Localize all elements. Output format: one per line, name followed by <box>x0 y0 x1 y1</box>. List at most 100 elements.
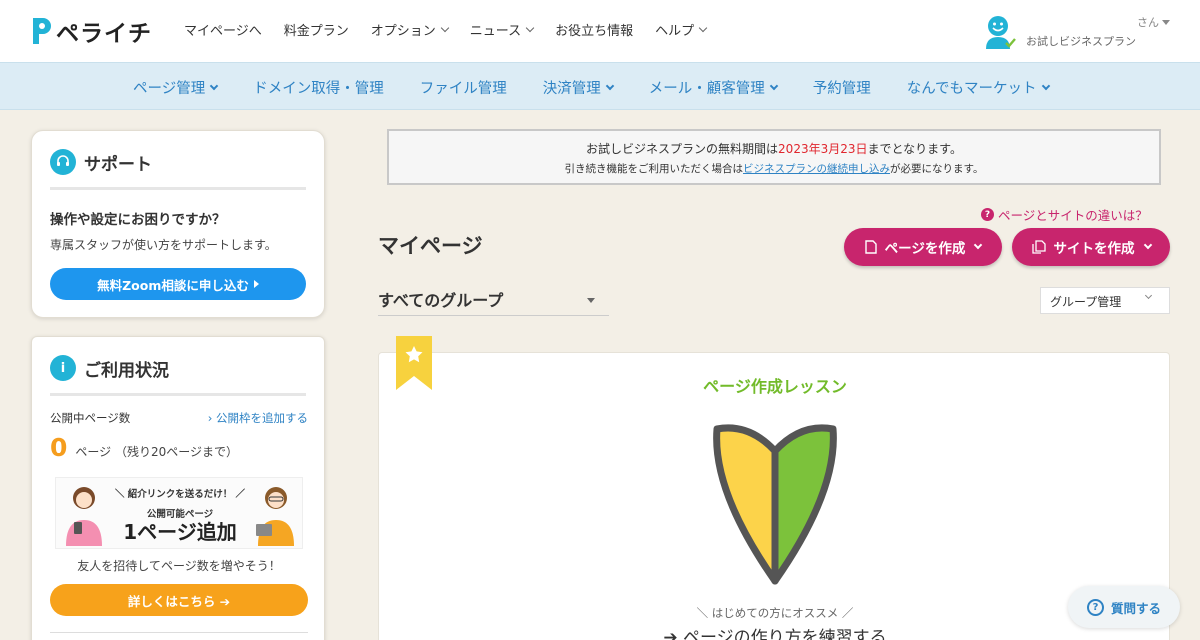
topnav-pricing[interactable]: 料金プラン <box>284 20 349 39</box>
topnav-news[interactable]: ニュース <box>470 20 535 39</box>
subnav-label: 決済管理 <box>542 81 601 97</box>
chevron-down-icon <box>1041 81 1050 90</box>
published-label: 公開中ページ数 <box>50 411 131 425</box>
document-icon <box>864 240 877 254</box>
invite-text: 友人を招待してページ数を増やそう！ <box>77 559 281 573</box>
notice-text: 引き続き機能をご利用いただく場合は <box>564 163 744 175</box>
create-site-button[interactable]: サイトを作成 <box>1012 228 1170 266</box>
documents-icon <box>1031 240 1046 254</box>
lesson-practice-link[interactable]: ➔ ページの作り方を練習する <box>379 623 1171 640</box>
subnav-reservation[interactable]: 予約管理 <box>813 77 871 98</box>
subnav-payment[interactable]: 決済管理 <box>542 77 614 98</box>
zoom-consult-label: 無料Zoom相談に申し込む <box>97 277 249 293</box>
chevron-down-icon <box>1143 240 1152 250</box>
page-site-diff-link[interactable]: ? ページとサイトの違いは？ <box>981 205 1148 224</box>
referral-banner[interactable]: ＼ 紹介リンクを送るだけ！ ／ 公開可能ページ 1ページ追加 <box>55 477 303 549</box>
trial-notice: お試しビジネスプランの無料期間は2023年3月23日までとなります。 引き続き機… <box>387 129 1161 185</box>
info-icon: i <box>50 355 76 381</box>
notice-text: までとなります。 <box>867 142 962 156</box>
top-nav: マイページへ 料金プラン オプション ニュース お役立ち情報 ヘルプ <box>184 20 728 39</box>
user-menu[interactable]: さん お試しビジネスプラン <box>982 12 1182 52</box>
chevron-down-icon <box>1144 291 1153 300</box>
add-slot-link[interactable]: › 公開枠を追加する <box>208 410 308 426</box>
published-count-text: ページ （残り20ページまで） <box>75 445 239 459</box>
group-select-value: すべてのグループ <box>378 291 504 310</box>
create-site-label: サイトを作成 <box>1053 241 1135 257</box>
top-header: ペライチ マイページへ 料金プラン オプション ニュース お役立ち情報 ヘルプ … <box>0 0 1200 62</box>
usage-card: i ご利用状況 公開中ページ数 › 公開枠を追加する 0 ページ （残り20ペー… <box>31 336 325 640</box>
topnav-label: マイページへ <box>184 24 262 39</box>
chevron-down-icon <box>440 23 450 32</box>
lesson-panel: ページ作成レッスン ＼ はじめての方にオススメ ／ ➔ ページの作り方を練習する <box>378 336 1171 640</box>
published-count: 0 ページ （残り20ページまで） <box>50 433 238 462</box>
topnav-label: お役立ち情報 <box>555 24 634 39</box>
group-manage-dropdown[interactable]: グループ管理 <box>1040 287 1170 314</box>
divider <box>50 187 306 190</box>
group-manage-label: グループ管理 <box>1050 295 1122 309</box>
perichi-logo[interactable]: ペライチ <box>30 14 152 48</box>
topnav-label: ヘルプ <box>655 24 695 39</box>
woman-illustration-icon <box>66 487 102 546</box>
banner-top-text: ＼ 紹介リンクを送るだけ！ ／ <box>114 489 246 500</box>
page-title: マイページ <box>378 234 483 258</box>
topnav-options[interactable]: オプション <box>370 20 450 39</box>
group-select[interactable]: すべてのグループ <box>378 284 609 316</box>
create-page-label: ページを作成 <box>884 241 966 257</box>
support-description: 専属スタッフが使い方をサポートします。 <box>50 238 277 252</box>
create-page-button[interactable]: ページを作成 <box>844 228 1002 266</box>
chevron-down-icon <box>769 81 778 90</box>
logo-mark-icon <box>33 18 51 44</box>
user-plan: お試しビジネスプラン <box>1026 35 1136 48</box>
zoom-consult-button[interactable]: 無料Zoom相談に申し込む <box>50 268 306 300</box>
user-name: さん <box>1137 14 1170 30</box>
logo-text: ペライチ <box>56 21 152 47</box>
chevron-down-icon <box>525 23 535 32</box>
avatar <box>986 16 1016 49</box>
ask-question-label: 質問する <box>1110 600 1161 616</box>
man-illustration-icon <box>256 487 294 546</box>
trial-end-date: 2023年3月23日 <box>778 142 868 156</box>
chevron-down-icon <box>698 23 708 32</box>
notice-text: が必要になります。 <box>890 163 984 175</box>
question-icon: ? <box>981 208 994 221</box>
chevron-down-icon <box>974 240 983 250</box>
subnav-page-management[interactable]: ページ管理 <box>133 77 219 98</box>
topnav-label: オプション <box>370 24 436 39</box>
support-title: サポート <box>84 154 152 175</box>
ask-question-button[interactable]: ? 質問する <box>1068 586 1180 628</box>
chevron-down-icon <box>209 81 219 90</box>
divider <box>50 632 308 633</box>
wakaba-mark-icon[interactable] <box>709 421 841 587</box>
subnav-market[interactable]: なんでもマーケット <box>906 77 1050 98</box>
caret-down-icon <box>587 298 595 303</box>
subnav-label: なんでもマーケット <box>906 81 1037 97</box>
feature-nav: ページ管理 ドメイン取得・管理 ファイル管理 決済管理 メール・顧客管理 予約管… <box>0 62 1200 110</box>
lesson-subtitle: ＼ はじめての方にオススメ ／ <box>696 606 854 620</box>
usage-title: ご利用状況 <box>84 360 169 381</box>
user-name-suffix: さん <box>1137 16 1159 29</box>
continue-plan-link[interactable]: ビジネスプランの継続申し込み <box>743 163 890 175</box>
published-count-value: 0 <box>50 433 68 462</box>
divider <box>50 393 306 396</box>
topnav-tips[interactable]: お役立ち情報 <box>555 20 633 39</box>
support-card: サポート 操作や設定にお困りですか？ 専属スタッフが使い方をサポートします。 無… <box>31 130 325 318</box>
headset-icon <box>50 149 76 175</box>
topnav-mypage[interactable]: マイページへ <box>184 20 262 39</box>
support-question: 操作や設定にお困りですか？ <box>50 212 226 228</box>
subnav-files[interactable]: ファイル管理 <box>420 77 507 98</box>
chevron-down-icon <box>605 81 614 90</box>
subnav-label: ファイル管理 <box>419 81 507 97</box>
notice-line-1: お試しビジネスプランの無料期間は2023年3月23日までとなります。 <box>389 140 1159 157</box>
notice-line-2: 引き続き機能をご利用いただく場合はビジネスプランの継続申し込みが必要になります。 <box>389 161 1159 176</box>
details-button[interactable]: 詳しくはこちら ➔ <box>50 584 308 616</box>
subnav-label: 予約管理 <box>812 81 871 97</box>
subnav-label: ページ管理 <box>133 81 206 97</box>
subnav-mail-customer[interactable]: メール・顧客管理 <box>648 77 778 98</box>
lesson-title: ページ作成レッスン <box>703 377 847 396</box>
subnav-domain[interactable]: ドメイン取得・管理 <box>253 77 384 98</box>
topnav-help[interactable]: ヘルプ <box>655 20 708 39</box>
subnav-label: メール・顧客管理 <box>648 81 765 97</box>
notice-text: お試しビジネスプランの無料期間は <box>586 142 779 156</box>
banner-big-text: 1ページ追加 <box>123 520 237 544</box>
arrow-right-icon <box>253 280 259 288</box>
